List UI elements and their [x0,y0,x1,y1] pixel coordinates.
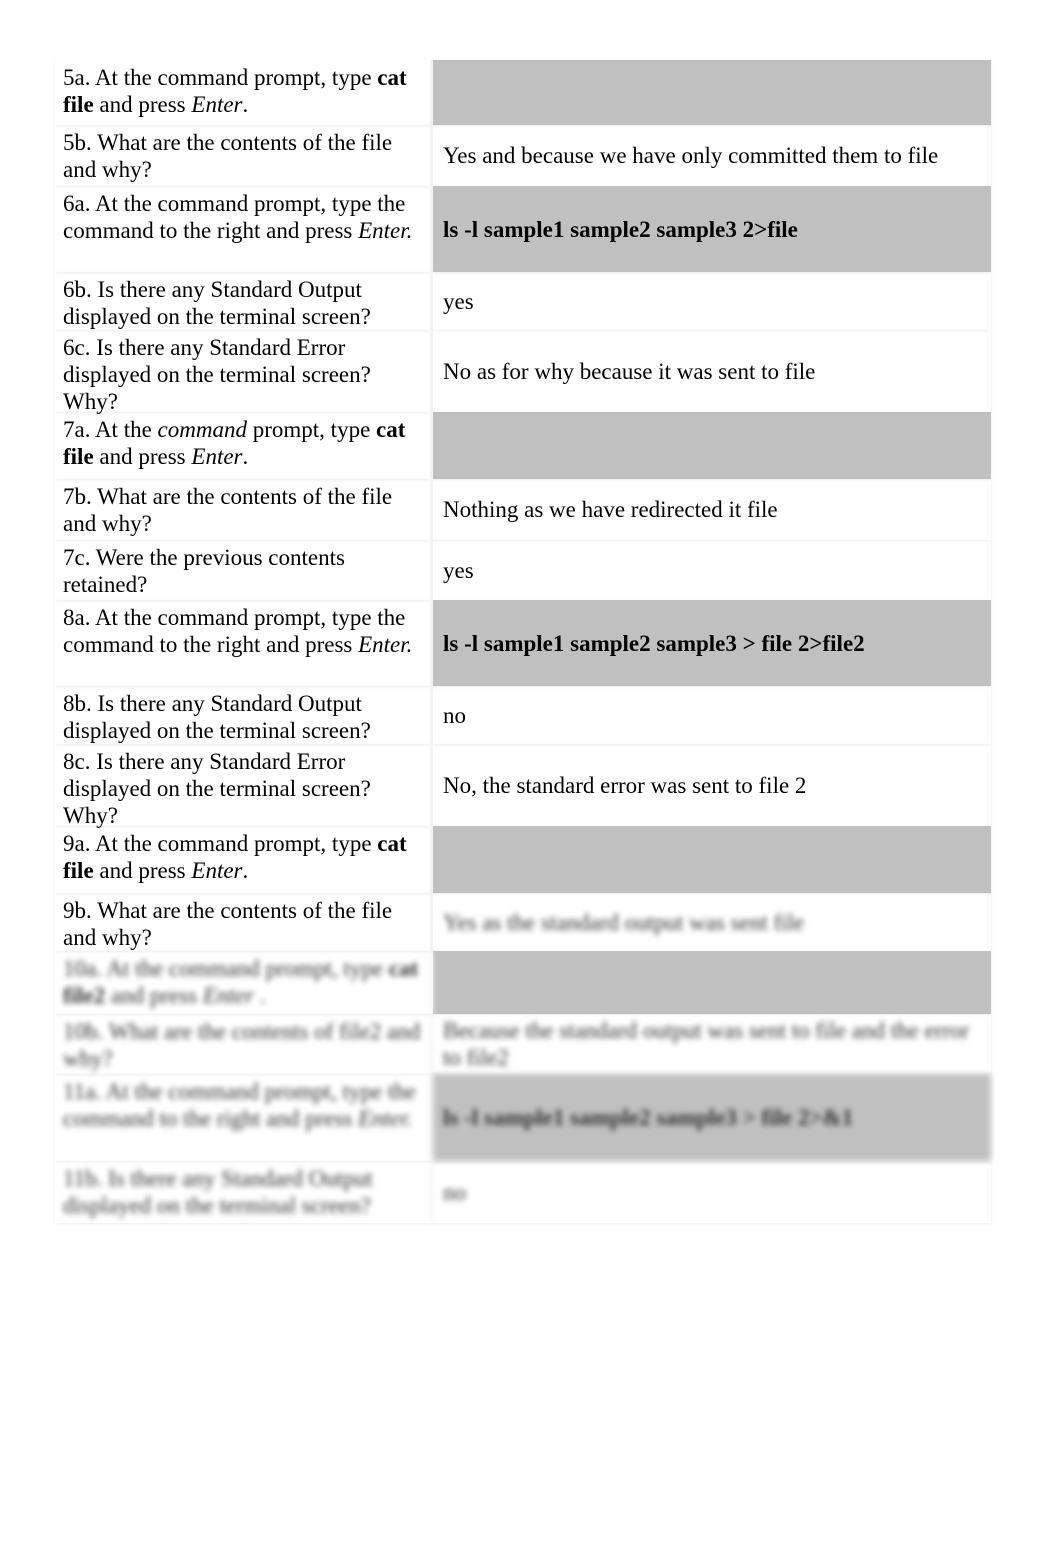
question-text: Enter [191,92,243,117]
question-text: 5b. What are the contents of the file an… [63,130,393,182]
table-row: 6a. At the command prompt, type the comm… [55,186,991,272]
table-row: 8b. Is there any Standard Output display… [55,686,991,744]
answer-cell[interactable]: Yes and because we have only committed t… [433,125,991,186]
table-row: 6b. Is there any Standard Output display… [55,272,991,330]
question-text: and press [105,983,203,1008]
question-text: 8c. Is there any Standard Error displaye… [63,749,371,828]
answer-cell[interactable]: Nothing as we have redirected it file [433,479,991,540]
question-text: 6b. Is there any Standard Output display… [63,277,371,329]
question-text: 11b. Is there any Standard Output displa… [63,1166,373,1218]
table-row: 9a. At the command prompt, type cat file… [55,826,991,893]
question-text: 7a. At the [63,417,158,442]
question-text: 9b. What are the contents of the file an… [63,898,393,950]
question-cell: 5a. At the command prompt, type cat file… [55,60,433,125]
question-cell: 11a. At the command prompt, type the com… [55,1074,433,1161]
question-text: Enter. [358,218,413,243]
answer-text: Yes and because we have only committed t… [443,143,939,168]
answer-cell[interactable]: ls -l sample1 sample2 sample3 > file 2>&… [433,1074,991,1161]
question-text: 8a. At the command prompt, type the comm… [63,605,406,657]
answer-cell[interactable]: no [433,1161,991,1223]
answer-cell[interactable] [433,412,991,479]
question-text: 5a. At the command prompt, type [63,65,378,90]
table-row: 5b. What are the contents of the file an… [55,125,991,186]
table-row: 8c. Is there any Standard Error displaye… [55,744,991,828]
answer-cell[interactable]: No as for why because it was sent to fil… [433,330,991,412]
question-cell: 7c. Were the previous contents retained? [55,540,433,600]
question-text: and press [93,92,192,117]
question-cell: 6b. Is there any Standard Output display… [55,272,433,330]
question-text: . [242,92,249,117]
worksheet-table: 5a. At the command prompt, type cat file… [55,60,991,1223]
question-text: 9a. At the command prompt, type [63,831,378,856]
question-cell: 9b. What are the contents of the file an… [55,893,433,951]
question-cell: 10a. At the command prompt, type cat fil… [55,951,433,1014]
question-text: 10b. What are the contents of file2 and … [63,1019,421,1071]
table-row: 6c. Is there any Standard Error displaye… [55,330,991,414]
answer-text: no [443,702,466,728]
question-cell: 10b. What are the contents of file2 and … [55,1014,433,1074]
question-cell: 9a. At the command prompt, type cat file… [55,826,433,893]
answer-cell[interactable]: No, the standard error was sent to file … [433,744,991,826]
question-cell: 6a. At the command prompt, type the comm… [55,186,433,272]
question-text: Enter. [358,1106,413,1131]
question-text: 7b. What are the contents of the file an… [63,484,393,536]
question-cell: 7b. What are the contents of the file an… [55,479,433,540]
question-text: 6a. At the command prompt, type the comm… [63,191,406,243]
question-text: 6c. Is there any Standard Error displaye… [63,335,371,414]
answer-cell[interactable]: Yes as the standard output was sent file [433,893,991,951]
answer-cell[interactable]: ls -l sample1 sample2 sample3 2>file [433,186,991,272]
question-text: 10a. At the command prompt, type [63,956,389,981]
question-text: Enter [202,983,254,1008]
answer-text: ls -l sample1 sample2 sample3 2>file [443,216,798,242]
answer-cell[interactable]: yes [433,540,991,600]
table-row: 10b. What are the contents of file2 and … [55,1014,991,1074]
question-text: Enter [191,858,243,883]
table-row: 10a. At the command prompt, type cat fil… [55,951,991,1014]
question-text: Enter [191,444,243,469]
question-cell: 5b. What are the contents of the file an… [55,125,433,186]
answer-text: yes [443,288,474,314]
answer-text: yes [443,557,474,583]
answer-text: Yes as the standard output was sent file [443,909,805,935]
question-text: and press [93,444,192,469]
table-row: 5a. At the command prompt, type cat file… [55,60,991,125]
answer-cell[interactable] [433,826,991,893]
question-text: and press [93,858,192,883]
question-cell: 11b. Is there any Standard Output displa… [55,1161,433,1223]
answer-text: Because the standard output was sent to … [443,1018,970,1070]
answer-text: No, the standard error was sent to file … [443,772,807,798]
question-cell: 6c. Is there any Standard Error displaye… [55,330,433,414]
question-cell: 8c. Is there any Standard Error displaye… [55,744,433,828]
answer-cell[interactable] [433,60,991,125]
question-text: Enter. [358,632,413,657]
table-row: 7a. At the command prompt, type cat file… [55,412,991,479]
answer-cell[interactable]: no [433,686,991,744]
table-row: 11b. Is there any Standard Output displa… [55,1161,991,1223]
answer-text: Nothing as we have redirected it file [443,497,778,522]
table-row: 11a. At the command prompt, type the com… [55,1074,991,1161]
answer-cell[interactable] [433,951,991,1014]
answer-text: no [443,1179,466,1205]
table-row: 7b. What are the contents of the file an… [55,479,991,540]
answer-text: ls -l sample1 sample2 sample3 > file 2>f… [443,630,865,656]
question-text: . [242,444,249,469]
answer-cell[interactable]: ls -l sample1 sample2 sample3 > file 2>f… [433,600,991,686]
question-cell: 7a. At the command prompt, type cat file… [55,412,433,479]
question-text: 8b. Is there any Standard Output display… [63,691,371,743]
question-text: prompt, type [246,417,377,442]
question-text: . [242,858,249,883]
table-row: 9b. What are the contents of the file an… [55,893,991,951]
table-row: 8a. At the command prompt, type the comm… [55,600,991,686]
question-text: . [254,983,266,1008]
answer-cell[interactable]: Because the standard output was sent to … [433,1014,991,1074]
question-text: command [157,417,247,442]
answer-cell[interactable]: yes [433,272,991,330]
question-cell: 8a. At the command prompt, type the comm… [55,600,433,686]
answer-text: ls -l sample1 sample2 sample3 > file 2>&… [443,1105,854,1130]
question-text: 7c. Were the previous contents retained? [63,545,345,597]
answer-text: No as for why because it was sent to fil… [443,358,816,384]
question-cell: 8b. Is there any Standard Output display… [55,686,433,744]
table-row: 7c. Were the previous contents retained?… [55,540,991,600]
